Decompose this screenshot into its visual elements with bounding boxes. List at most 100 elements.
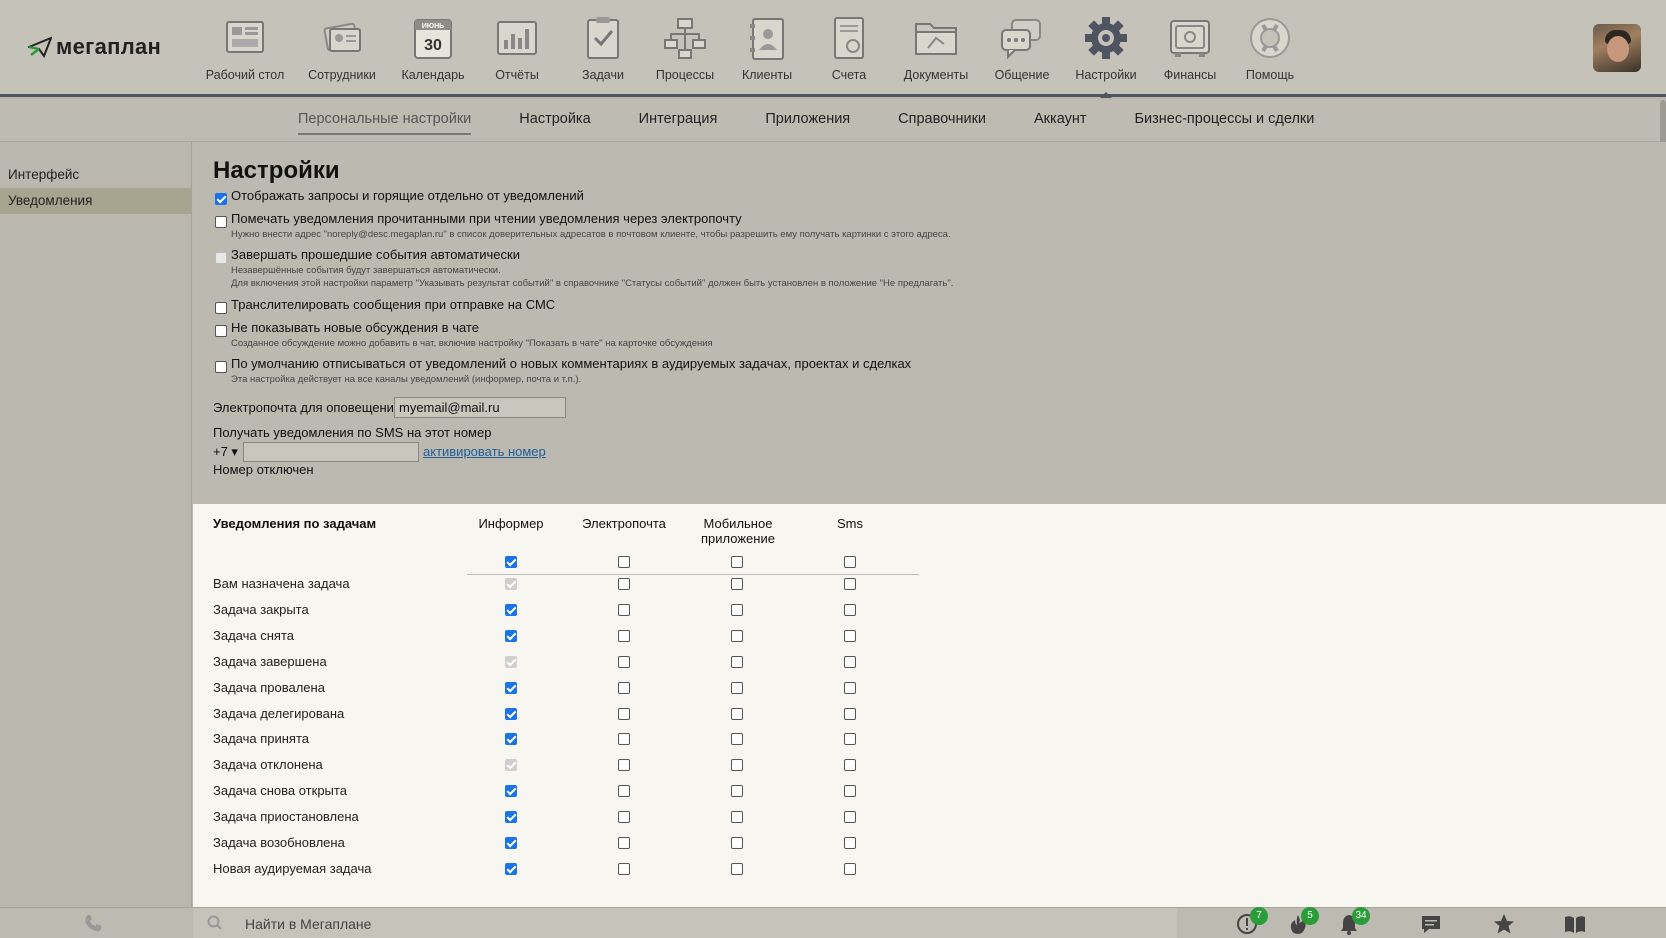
nav-invoices[interactable]: Счета [808,10,890,92]
alert-button[interactable]: 7 [1236,907,1268,935]
notification-checkbox[interactable] [505,681,517,694]
nav-label: Сотрудники [308,68,376,82]
user-avatar[interactable] [1593,24,1641,72]
notification-checkbox[interactable] [844,578,856,590]
nav-settings[interactable]: Настройки [1062,10,1150,98]
nav-documents[interactable]: Документы [890,10,982,92]
notification-checkbox[interactable] [844,603,856,616]
notification-checkbox[interactable] [505,707,517,720]
nav-calendar[interactable]: ИЮНЬ 30 Календарь [394,10,472,92]
tab-business-processes[interactable]: Бизнес-процессы и сделки [1135,111,1315,135]
notification-checkbox[interactable] [505,629,517,642]
notification-checkbox[interactable] [618,862,630,875]
notification-checkbox[interactable] [505,862,517,875]
phone-country-select[interactable]: +7 ▾ [213,444,238,460]
nav-processes[interactable]: Процессы [644,10,726,92]
option-label: Не показывать новые обсуждения в чате [231,320,479,335]
global-search-box[interactable]: Найти в Мегаплане [193,908,1177,938]
notification-checkbox[interactable] [844,733,856,746]
active-nav-caret [1100,92,1112,98]
notification-checkbox[interactable] [731,681,743,694]
tab-personal-settings[interactable]: Персональные настройки [298,111,472,135]
nav-tasks[interactable]: Задачи [562,10,644,92]
nav-finance[interactable]: Финансы [1150,10,1230,92]
phone-number-field[interactable] [243,442,419,462]
notification-checkbox[interactable] [731,578,743,590]
nav-label: Рабочий стол [205,68,285,82]
phone-icon[interactable] [82,912,104,934]
tab-integration[interactable]: Интеграция [639,111,718,135]
option-checkbox[interactable] [215,360,227,373]
notification-checkbox[interactable] [731,707,743,720]
tab-directories[interactable]: Справочники [898,111,986,135]
bell-badge: 34 [1352,907,1370,925]
nav-desktop[interactable]: Рабочий стол [200,10,290,92]
alert-badge: 7 [1250,907,1268,925]
notification-email-field[interactable] [394,397,566,418]
option-checkbox[interactable] [215,324,227,337]
notification-checkbox[interactable] [618,655,630,668]
notification-checkbox[interactable] [844,862,856,875]
nav-employees[interactable]: Сотрудники [290,10,394,92]
notification-checkbox[interactable] [618,837,630,849]
tab-applications[interactable]: Приложения [765,111,850,135]
notification-checkbox[interactable] [844,759,856,772]
notification-checkbox[interactable] [505,811,517,824]
notification-checkbox[interactable] [844,785,856,798]
select-all-checkbox[interactable] [731,556,743,568]
megaplan-logo[interactable]: мегаплан [28,34,161,60]
nav-help[interactable]: Помощь [1230,10,1310,92]
knowledge-base-button[interactable] [1563,913,1587,935]
notification-checkbox[interactable] [731,655,743,668]
notification-checkbox[interactable] [731,811,743,824]
notification-checkbox[interactable] [731,837,743,849]
notification-checkbox[interactable] [731,862,743,875]
notification-checkbox[interactable] [618,785,630,798]
notification-checkbox[interactable] [844,811,856,824]
nav-clients[interactable]: Клиенты [726,10,808,92]
select-all-checkbox[interactable] [844,556,856,568]
notification-checkbox[interactable] [731,759,743,772]
nav-label: Общение [994,68,1050,82]
option-checkbox[interactable] [215,301,227,314]
nav-label: Отчёты [495,68,539,82]
notification-checkbox[interactable] [844,681,856,694]
notification-checkbox[interactable] [618,629,630,642]
notification-checkbox[interactable] [618,681,630,694]
activate-number-link[interactable]: активировать номер [423,444,546,459]
notification-checkbox[interactable] [618,578,630,590]
notification-checkbox[interactable] [731,629,743,642]
sidebar-item-interface[interactable]: Интерфейс [0,162,191,188]
notification-checkbox[interactable] [618,707,630,720]
notification-checkbox[interactable] [731,785,743,798]
notification-checkbox[interactable] [618,759,630,772]
messages-button[interactable] [1420,913,1444,935]
notification-checkbox[interactable] [731,603,743,616]
nav-chat[interactable]: Общение [982,10,1062,92]
notification-checkbox[interactable] [844,707,856,720]
notification-checkbox[interactable] [618,603,630,616]
option-checkbox[interactable] [215,215,227,228]
nav-reports[interactable]: Отчёты [472,10,562,92]
page-title: Настройки [213,157,340,184]
notifications-button[interactable]: 34 [1338,907,1370,935]
sidebar-item-notifications[interactable]: Уведомления [0,188,191,214]
notification-checkbox[interactable] [505,733,517,746]
favorites-button[interactable] [1493,913,1517,935]
notification-checkbox[interactable] [844,629,856,642]
notification-checkbox[interactable] [731,733,743,746]
finance-safe-icon [1170,20,1210,57]
notification-checkbox[interactable] [844,655,856,668]
notification-checkbox[interactable] [505,603,517,616]
tab-setup[interactable]: Настройка [519,111,590,135]
notification-checkbox[interactable] [505,785,517,798]
notification-checkbox[interactable] [844,837,856,849]
notification-checkbox[interactable] [505,837,517,849]
select-all-checkbox[interactable] [618,556,630,568]
select-all-checkbox[interactable] [505,556,517,568]
notification-checkbox[interactable] [618,811,630,824]
option-checkbox[interactable] [215,192,227,205]
tab-account[interactable]: Аккаунт [1034,111,1086,135]
notification-checkbox[interactable] [618,733,630,746]
burning-button[interactable]: 5 [1287,907,1319,935]
